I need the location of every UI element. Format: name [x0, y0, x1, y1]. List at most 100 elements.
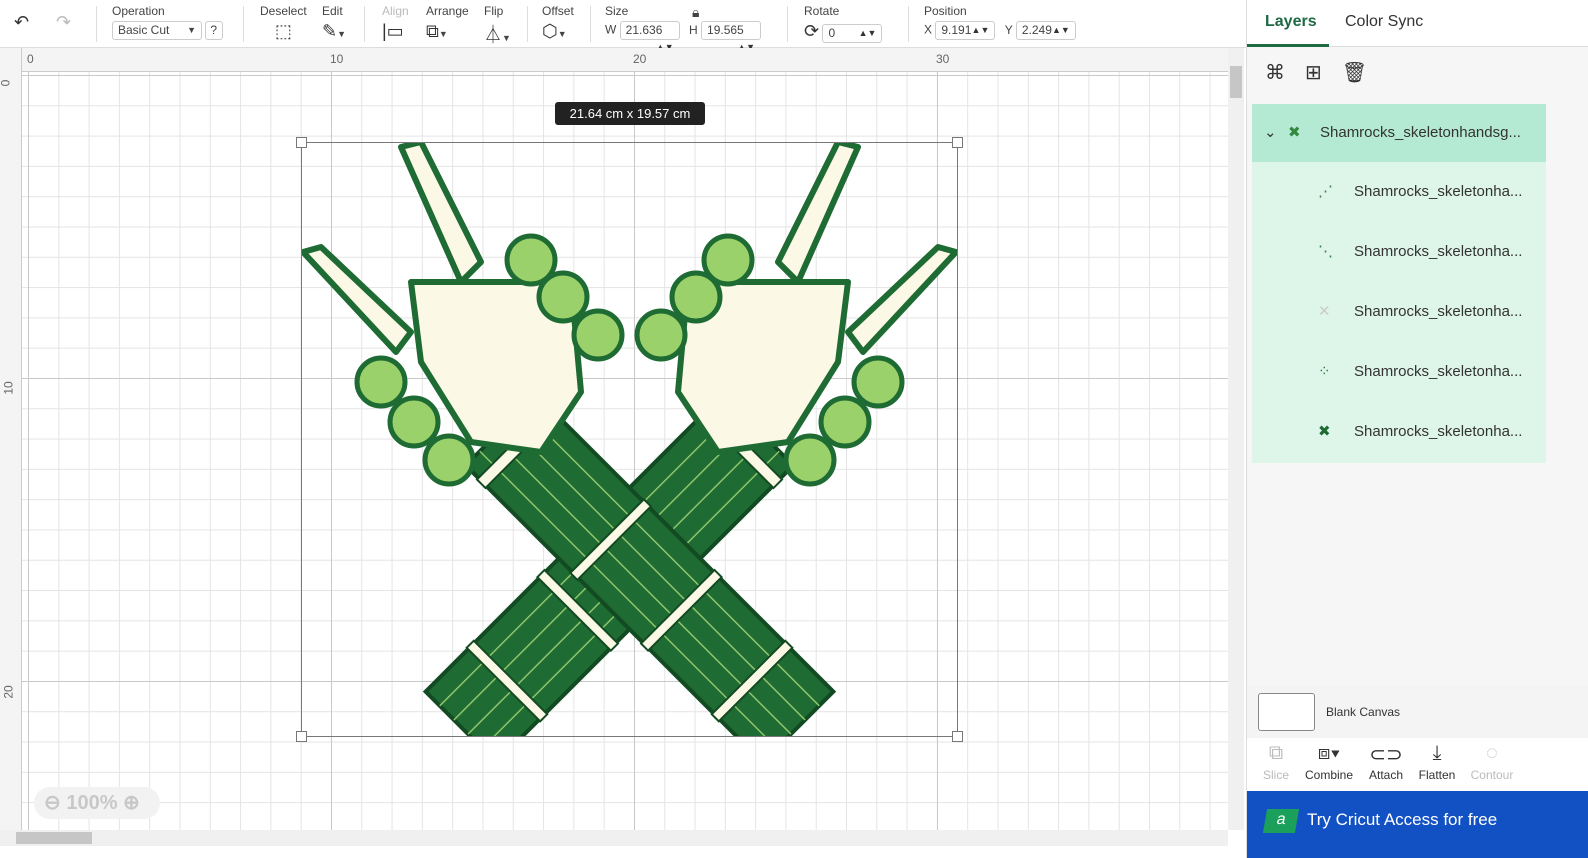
left-ruler: 0 10 20	[0, 48, 22, 830]
layer-name: Shamrocks_skeletonha...	[1354, 363, 1523, 380]
lock-icon[interactable]: 🔒︎	[692, 4, 699, 21]
layer-item[interactable]: ⁘ Shamrocks_skeletonha...	[1252, 342, 1546, 402]
zoom-level: 100%	[66, 792, 118, 814]
rotate-group: Rotate ⟳ 0 ▲▼	[804, 4, 883, 44]
top-ruler: 0 10 20 30	[0, 48, 1228, 72]
undo-icon: ↶	[14, 12, 30, 32]
redo-icon: ↷	[56, 12, 72, 32]
slice-icon: ⧉	[1268, 742, 1284, 764]
width-input[interactable]: 21.636 ▲▼	[619, 21, 680, 52]
pencil-icon: ✎	[322, 21, 338, 41]
delete-icon[interactable]: 🗑︎	[1342, 62, 1367, 84]
flatten-button[interactable]: ⤓ Flatten	[1409, 742, 1465, 782]
flip-label: Flip	[484, 4, 504, 18]
operation-group: Operation Basic Cut ▼ ?	[112, 4, 224, 40]
cricut-access-logo: a	[1262, 809, 1300, 833]
arrange-button[interactable]: Arrange ⧉▼	[426, 4, 469, 42]
size-tooltip: 21.64 cm x 19.57 cm	[555, 102, 705, 125]
contour-icon: ◌	[1486, 742, 1498, 764]
y-label: Y	[1004, 22, 1013, 37]
layer-item[interactable]: ⋰ Shamrocks_skeletonha...	[1252, 162, 1546, 222]
layer-thumbnail-icon: ✖	[1318, 423, 1331, 440]
zoom-in-icon[interactable]: ⊕	[123, 792, 140, 814]
cricut-access-banner[interactable]: a Try Cricut Access for free	[1247, 791, 1588, 858]
layers-panel: Layers Color Sync ⌘ ⊞ 🗑︎ ⌄ ✖ Shamrocks_ske…	[1246, 0, 1588, 858]
tab-color-sync[interactable]: Color Sync	[1345, 13, 1423, 31]
align-button[interactable]: Align |▭	[382, 4, 409, 42]
flatten-icon: ⤓	[1432, 742, 1442, 764]
y-input[interactable]: 2.249 ▲▼	[1015, 21, 1076, 40]
layer-thumbnail-icon: ⁘	[1318, 363, 1331, 380]
layer-item[interactable]: ✖ Shamrocks_skeletonha...	[1252, 402, 1546, 463]
height-input[interactable]: 19.565 ▲▼	[701, 21, 762, 52]
layer-thumbnail-icon: ⋱	[1318, 243, 1333, 260]
help-button[interactable]: ?	[205, 21, 224, 40]
layer-item[interactable]: ⋱ Shamrocks_skeletonha...	[1252, 222, 1546, 282]
y-value: 2.249	[1021, 23, 1052, 37]
x-input[interactable]: 9.191 ▲▼	[935, 21, 996, 40]
offset-icon: ⬡	[542, 21, 558, 41]
combine-button[interactable]: ⧈▾ Combine	[1301, 742, 1357, 782]
operation-value: Basic Cut	[118, 23, 170, 37]
resize-handle[interactable]	[296, 137, 307, 148]
edit-button[interactable]: Edit ✎▼	[322, 4, 346, 42]
width-label: W	[605, 22, 617, 37]
ruler-label: 20	[1, 685, 16, 699]
paperclip-icon: ⊂⊃	[1369, 744, 1403, 766]
attach-label: Attach	[1368, 768, 1404, 782]
layer-name: Shamrocks_skeletonha...	[1354, 243, 1523, 260]
layer-name: Shamrocks_skeletonha...	[1354, 423, 1523, 440]
promo-text: Try Cricut Access for free	[1307, 810, 1498, 829]
layer-item[interactable]: ✕ Shamrocks_skeletonha...	[1252, 282, 1546, 342]
canvas-swatch[interactable]	[1258, 693, 1315, 731]
height-label: H	[689, 22, 698, 37]
undo-button[interactable]: ↶	[14, 12, 29, 33]
rotate-icon: ⟳	[804, 21, 820, 41]
align-icon: |▭	[382, 21, 404, 41]
slice-button[interactable]: ⧉ Slice	[1248, 742, 1304, 782]
selection-box[interactable]	[296, 137, 963, 742]
deselect-button[interactable]: Deselect ⬚	[260, 4, 307, 42]
redo-button[interactable]: ↷	[56, 12, 71, 33]
offset-label: Offset	[542, 4, 574, 18]
attach-button[interactable]: ⊂⊃ Attach	[1358, 742, 1414, 782]
horizontal-scrollbar[interactable]	[0, 830, 1228, 846]
resize-handle[interactable]	[952, 731, 963, 742]
resize-handle[interactable]	[296, 731, 307, 742]
tab-layers[interactable]: Layers	[1265, 13, 1317, 31]
position-group: Position X 9.191 ▲▼ Y 2.249 ▲▼	[924, 4, 1076, 40]
rotate-input[interactable]: 0 ▲▼	[822, 24, 883, 44]
rotate-value: 0	[828, 26, 836, 41]
width-value: 21.636	[625, 23, 663, 37]
align-label: Align	[382, 4, 409, 18]
blank-canvas-layer[interactable]: Blank Canvas	[1247, 686, 1588, 738]
arrange-label: Arrange	[426, 4, 469, 18]
contour-label: Contour	[1470, 768, 1514, 782]
layer-name: Shamrocks_skeletonha...	[1354, 303, 1523, 320]
size-group: Size W 21.636 ▲▼ H 19.565 ▲▼	[605, 4, 762, 52]
operation-select[interactable]: Basic Cut ▼	[112, 21, 202, 40]
vertical-scrollbar[interactable]	[1228, 48, 1244, 830]
slice-label: Slice	[1262, 768, 1289, 782]
zoom-control[interactable]: ⊖ 100% ⊕	[34, 787, 160, 819]
group-icon[interactable]: ⌘	[1265, 62, 1285, 84]
contour-button[interactable]: ◌ Contour	[1464, 742, 1520, 782]
duplicate-icon[interactable]: ⊞	[1305, 62, 1322, 84]
toolbar: ↶ ↷ Operation Basic Cut ▼ ? Deselect ⬚ Edi…	[0, 0, 1246, 52]
chevron-down-icon[interactable]: ⌄	[1264, 104, 1277, 162]
zoom-out-icon[interactable]: ⊖	[44, 792, 61, 814]
edit-label: Edit	[322, 4, 343, 18]
flip-button[interactable]: Flip ⏃▼	[484, 4, 511, 47]
layer-group-name: Shamrocks_skeletonhandsg...	[1320, 124, 1521, 141]
layer-thumbnail-icon: ✖	[1288, 124, 1301, 141]
flip-icon: ⏃	[484, 25, 502, 45]
rotate-label: Rotate	[804, 4, 840, 18]
arrange-icon: ⧉	[426, 21, 439, 41]
ruler-label: 10	[330, 52, 344, 66]
size-label: Size	[605, 4, 629, 18]
offset-button[interactable]: Offset ⬡▼	[542, 4, 574, 42]
deselect-label: Deselect	[260, 4, 307, 18]
layer-thumbnail-icon: ✕	[1318, 303, 1331, 320]
resize-handle[interactable]	[952, 137, 963, 148]
layer-group[interactable]: ⌄ ✖ Shamrocks_skeletonhandsg...	[1252, 104, 1546, 162]
